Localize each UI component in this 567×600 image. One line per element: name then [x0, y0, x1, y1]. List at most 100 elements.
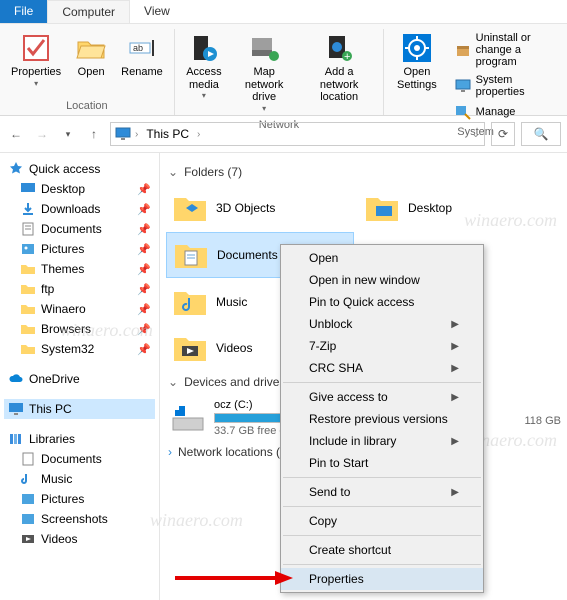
video-icon — [20, 531, 36, 547]
sidebar-item-pictures[interactable]: Pictures📌 — [4, 239, 155, 259]
settings-gear-icon — [401, 32, 433, 64]
chevron-right-icon: ▶ — [451, 341, 459, 352]
pictures-icon — [20, 491, 36, 507]
sidebar-item-documents[interactable]: Documents📌 — [4, 219, 155, 239]
sidebar-item-system32[interactable]: System32📌 — [4, 339, 155, 359]
context-menu: Open Open in new window Pin to Quick acc… — [280, 244, 484, 593]
sidebar-lib-documents[interactable]: Documents — [4, 449, 155, 469]
menu-separator — [283, 506, 481, 507]
ctx-create-shortcut[interactable]: Create shortcut — [281, 539, 483, 561]
checkmark-properties-icon — [20, 32, 52, 64]
sidebar-item-themes[interactable]: Themes📌 — [4, 259, 155, 279]
folder-3d-icon — [172, 190, 208, 226]
folder-icon — [20, 321, 36, 337]
ctx-include-library[interactable]: Include in library▶ — [281, 430, 483, 452]
sidebar-lib-music[interactable]: Music — [4, 469, 155, 489]
sidebar-item-ftp[interactable]: ftp📌 — [4, 279, 155, 299]
folder-icon — [20, 281, 36, 297]
svg-text:ab: ab — [133, 43, 143, 53]
add-network-location-button[interactable]: + Add a network location — [301, 29, 377, 107]
pin-icon: 📌 — [137, 263, 151, 276]
drive-icon — [170, 400, 206, 436]
tab-file[interactable]: File — [0, 0, 47, 23]
uninstall-program-button[interactable]: Uninstall or change a program — [450, 29, 561, 71]
ctx-properties[interactable]: Properties — [281, 568, 483, 590]
address-bar: ← → ▾ ↑ › This PC › ⌄ ⟳ 🔍 — [0, 116, 567, 153]
chevron-down-icon: ▾ — [34, 79, 38, 88]
nav-back-button[interactable]: ← — [6, 124, 26, 144]
search-button[interactable]: 🔍 — [521, 122, 561, 146]
sidebar-quick-access[interactable]: Quick access — [4, 159, 155, 179]
sidebar-item-winaero[interactable]: Winaero📌 — [4, 299, 155, 319]
sidebar-libraries[interactable]: Libraries — [4, 429, 155, 449]
open-button[interactable]: Open — [68, 29, 114, 82]
chevron-right-icon: ▶ — [451, 436, 459, 447]
map-network-drive-button[interactable]: Map network drive ▾ — [229, 29, 299, 116]
pin-icon: 📌 — [137, 303, 151, 316]
breadcrumb-box[interactable]: › This PC › ⌄ — [110, 122, 485, 146]
desktop-icon — [20, 181, 36, 197]
network-location-icon: + — [323, 32, 355, 64]
open-folder-icon — [75, 32, 107, 64]
pin-icon: 📌 — [137, 183, 151, 196]
pin-icon: 📌 — [137, 283, 151, 296]
sidebar-lib-pictures[interactable]: Pictures — [4, 489, 155, 509]
monitor-icon — [455, 78, 471, 94]
ctx-open-new-window[interactable]: Open in new window — [281, 269, 483, 291]
ctx-crc-sha[interactable]: CRC SHA▶ — [281, 357, 483, 379]
navigation-sidebar: Quick access Desktop📌 Downloads📌 Documen… — [0, 153, 160, 600]
ctx-pin-start[interactable]: Pin to Start — [281, 452, 483, 474]
title-tabs: File Computer View — [0, 0, 567, 24]
sidebar-item-desktop[interactable]: Desktop📌 — [4, 179, 155, 199]
sidebar-lib-screenshots[interactable]: Screenshots — [4, 509, 155, 529]
sidebar-item-downloads[interactable]: Downloads📌 — [4, 199, 155, 219]
folder-desktop[interactable]: Desktop — [358, 186, 546, 230]
folder-icon — [20, 261, 36, 277]
tab-computer[interactable]: Computer — [47, 0, 130, 23]
chevron-right-icon: › — [135, 129, 138, 140]
cloud-icon — [8, 371, 24, 387]
star-icon — [8, 161, 24, 177]
chevron-down-icon: ⌄ — [168, 375, 178, 389]
folder-music-icon — [172, 284, 208, 320]
system-properties-button[interactable]: System properties — [450, 71, 561, 101]
refresh-button[interactable]: ⟳ — [491, 122, 515, 146]
sidebar-lib-videos[interactable]: Videos — [4, 529, 155, 549]
sidebar-onedrive[interactable]: OneDrive — [4, 369, 155, 389]
sidebar-item-browsers[interactable]: Browsers📌 — [4, 319, 155, 339]
media-server-icon — [188, 32, 220, 64]
ctx-unblock[interactable]: Unblock▶ — [281, 313, 483, 335]
properties-button[interactable]: Properties ▾ — [6, 29, 66, 91]
folder-documents-icon — [173, 237, 209, 273]
folder-videos-icon — [172, 330, 208, 366]
menu-separator — [283, 477, 481, 478]
pin-icon: 📌 — [137, 323, 151, 336]
ctx-open[interactable]: Open — [281, 247, 483, 269]
chevron-down-icon[interactable]: ⌄ — [472, 129, 480, 140]
ctx-send-to[interactable]: Send to▶ — [281, 481, 483, 503]
tab-view[interactable]: View — [130, 0, 184, 23]
ctx-copy[interactable]: Copy — [281, 510, 483, 532]
breadcrumb-this-pc[interactable]: This PC — [142, 127, 193, 141]
music-icon — [20, 471, 36, 487]
folder-3d-objects[interactable]: 3D Objects — [166, 186, 354, 230]
nav-forward-button[interactable]: → — [32, 124, 52, 144]
open-settings-button[interactable]: Open Settings — [390, 29, 444, 94]
nav-recent-dropdown[interactable]: ▾ — [58, 124, 78, 144]
manage-button[interactable]: Manage — [450, 101, 561, 123]
sidebar-this-pc[interactable]: This PC — [4, 399, 155, 419]
menu-separator — [283, 564, 481, 565]
section-folders[interactable]: ⌄ Folders (7) — [164, 161, 567, 185]
ctx-restore-previous[interactable]: Restore previous versions — [281, 408, 483, 430]
ctx-pin-quick-access[interactable]: Pin to Quick access — [281, 291, 483, 313]
rename-button[interactable]: ab Rename — [116, 29, 168, 82]
rename-icon: ab — [126, 32, 158, 64]
nav-up-button[interactable]: ↑ — [84, 124, 104, 144]
libraries-icon — [8, 431, 24, 447]
pin-icon: 📌 — [137, 203, 151, 216]
ctx-7zip[interactable]: 7-Zip▶ — [281, 335, 483, 357]
ctx-give-access-to[interactable]: Give access to▶ — [281, 386, 483, 408]
ribbon: Properties ▾ Open ab Rename Location — [0, 24, 567, 116]
access-media-button[interactable]: Access media ▾ — [181, 29, 227, 103]
documents-icon — [20, 451, 36, 467]
